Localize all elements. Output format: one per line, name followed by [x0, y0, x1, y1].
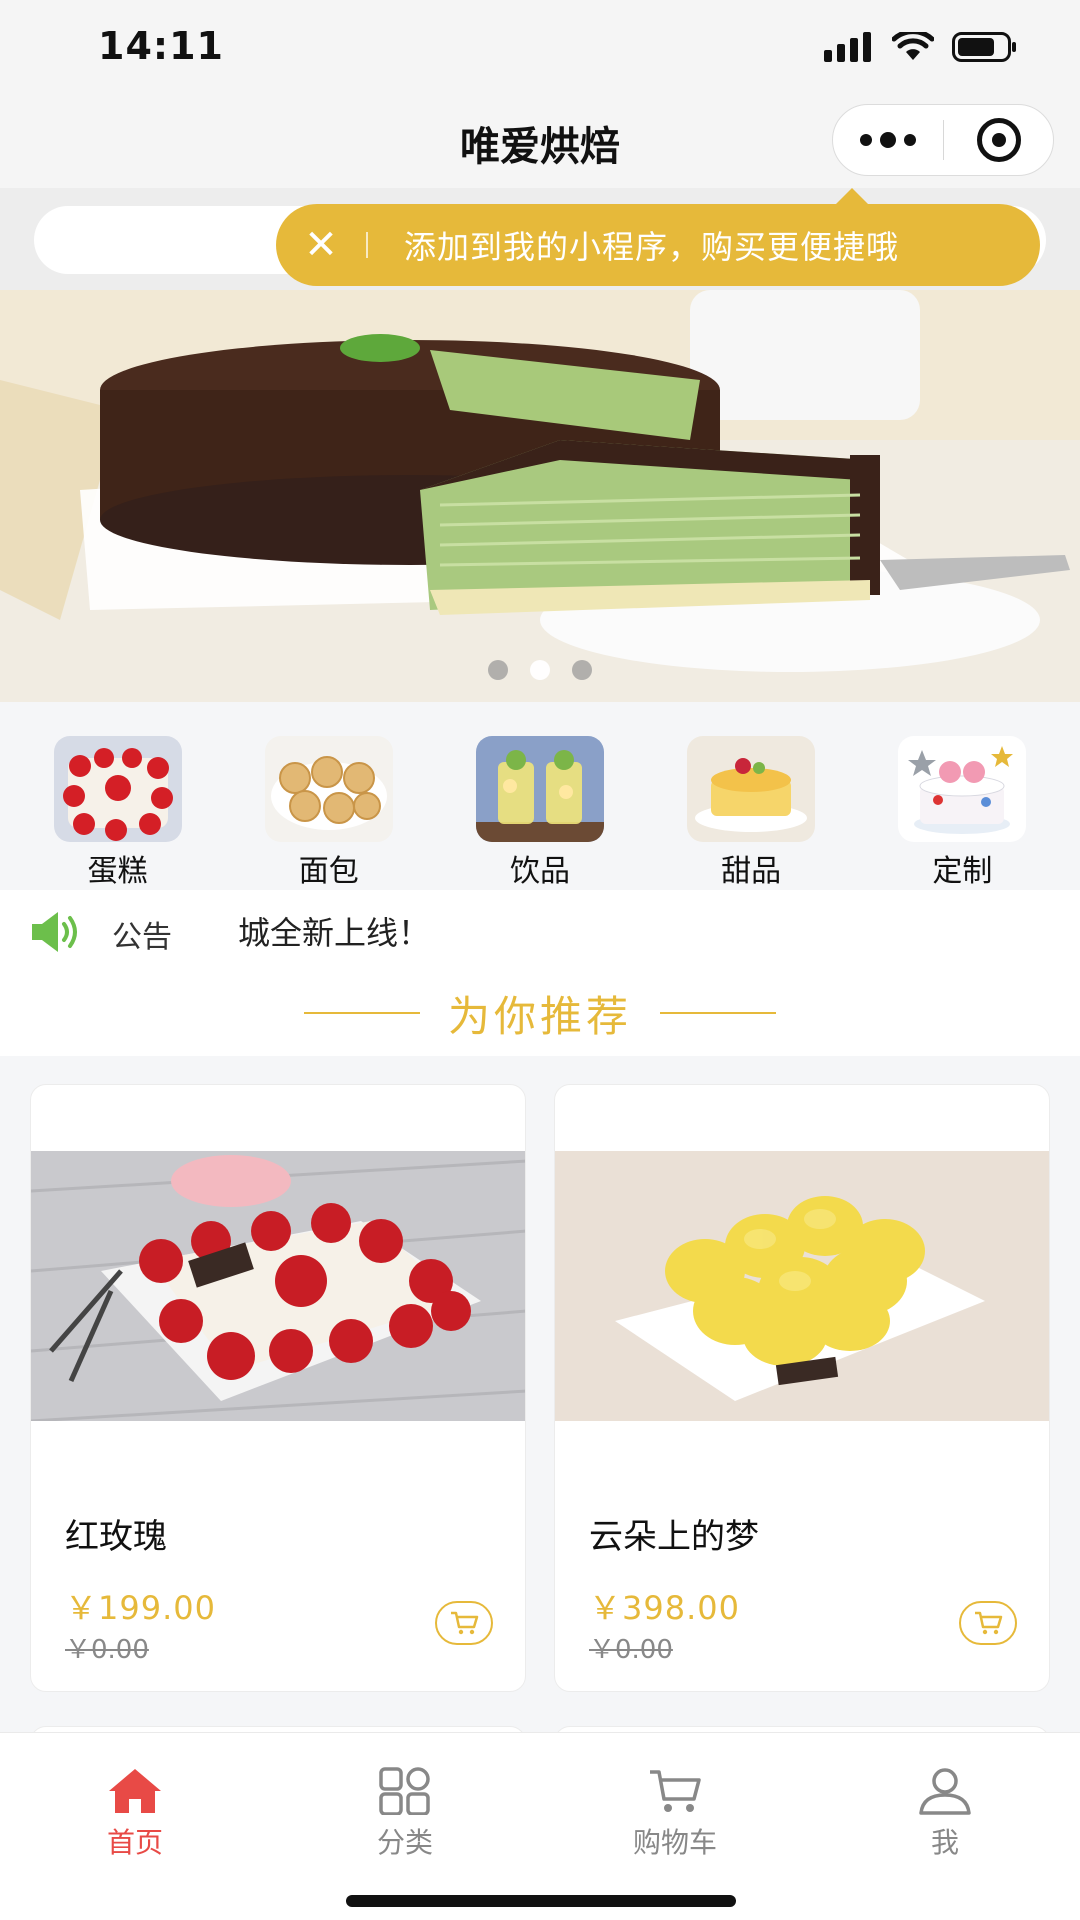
product-price: ￥199.00: [65, 1589, 216, 1627]
add-to-cart-button[interactable]: [435, 1601, 493, 1645]
home-indicator: [346, 1895, 736, 1907]
notice-label: 公告: [112, 920, 172, 955]
cart-icon: [451, 1611, 479, 1635]
mini-program-capsule: [832, 104, 1054, 176]
tab-label: 我: [930, 1826, 959, 1859]
tab-category[interactable]: 分类: [270, 1733, 540, 1920]
product-name: 红玫瑰: [65, 1517, 167, 1557]
banner-dot-active[interactable]: [530, 660, 550, 680]
category-item-drink[interactable]: 饮品: [470, 702, 610, 890]
bread-icon: [264, 736, 393, 842]
banner-carousel[interactable]: [0, 290, 1080, 702]
product-original-price: ￥0.00: [589, 1635, 673, 1665]
category-item-cake[interactable]: 蛋糕: [48, 702, 188, 890]
user-icon: [919, 1768, 971, 1815]
tab-bar: 首页 分类 购物车 我: [0, 1732, 1080, 1920]
target-icon: [976, 118, 1021, 162]
section-title: 为你推荐: [447, 991, 632, 1041]
home-icon: [109, 1769, 161, 1813]
notice-text: 城全新上线！: [238, 914, 431, 952]
custom-cake-icon: [898, 736, 1027, 842]
category-label: 蛋糕: [87, 854, 148, 889]
category-label: 定制: [932, 854, 993, 889]
divider: [660, 1012, 776, 1014]
tab-home[interactable]: 首页: [0, 1733, 270, 1920]
category-icon: [379, 1767, 430, 1815]
category-item-bread[interactable]: 面包: [259, 702, 399, 890]
product-price: ￥398.00: [589, 1589, 740, 1627]
banner-indicator: [0, 660, 1080, 680]
product-card[interactable]: 红玫瑰 ￥199.00 ￥0.00: [30, 1084, 526, 1692]
dessert-icon: [687, 736, 816, 842]
banner-dot[interactable]: [488, 660, 508, 680]
nav-bar: 唯爱烘焙: [0, 96, 1080, 188]
divider: [303, 1012, 420, 1014]
product-original-price: ￥0.00: [65, 1635, 149, 1665]
status-time: 14:11: [98, 24, 224, 68]
category-item-custom[interactable]: 定制: [892, 702, 1032, 890]
tab-label: 购物车: [632, 1826, 717, 1859]
category-label: 面包: [298, 854, 359, 889]
wifi-icon: [892, 32, 934, 60]
product-image: [555, 1151, 1049, 1421]
close-mini-program-button[interactable]: [944, 105, 1053, 175]
signal-icon: [824, 32, 871, 62]
speaker-icon: [32, 912, 77, 952]
cart-icon: [650, 1770, 701, 1812]
cake-icon: [53, 736, 182, 842]
tip-text: 添加到我的小程序，购买更便捷哦: [404, 228, 900, 266]
category-label: 饮品: [509, 854, 570, 889]
banner-dot[interactable]: [572, 660, 592, 680]
product-grid: 红玫瑰 ￥199.00 ￥0.00 云朵上的梦 ￥398.00 ￥0.00: [0, 1056, 1080, 1732]
product-image: [31, 1151, 525, 1421]
more-icon[interactable]: [833, 105, 943, 175]
tab-cart[interactable]: 购物车: [540, 1733, 810, 1920]
drink-icon: [475, 736, 604, 842]
banner-image: [0, 290, 1080, 702]
status-bar: 14:11: [0, 0, 1080, 96]
category-item-dessert[interactable]: 甜品: [681, 702, 821, 890]
add-to-cart-button[interactable]: [959, 1601, 1017, 1645]
recommend-heading: 为你推荐: [0, 970, 1080, 1056]
notice-bar[interactable]: 公告 城全新上线！: [0, 890, 1080, 970]
product-name: 云朵上的梦: [589, 1517, 759, 1557]
tab-me[interactable]: 我: [810, 1733, 1080, 1920]
tab-label: 首页: [106, 1826, 163, 1859]
tab-label: 分类: [376, 1826, 433, 1859]
product-card[interactable]: 云朵上的梦 ￥398.00 ￥0.00: [554, 1084, 1050, 1692]
category-grid: 蛋糕 面包 饮品 甜品 定制: [0, 702, 1080, 890]
cart-icon: [975, 1611, 1003, 1635]
close-icon[interactable]: ✕: [276, 225, 366, 265]
battery-icon: [952, 32, 1016, 62]
category-label: 甜品: [721, 854, 782, 889]
status-icons: [824, 32, 1018, 62]
tip-divider: [366, 232, 368, 258]
add-mini-program-tip: ✕ 添加到我的小程序，购买更便捷哦: [276, 204, 1040, 286]
